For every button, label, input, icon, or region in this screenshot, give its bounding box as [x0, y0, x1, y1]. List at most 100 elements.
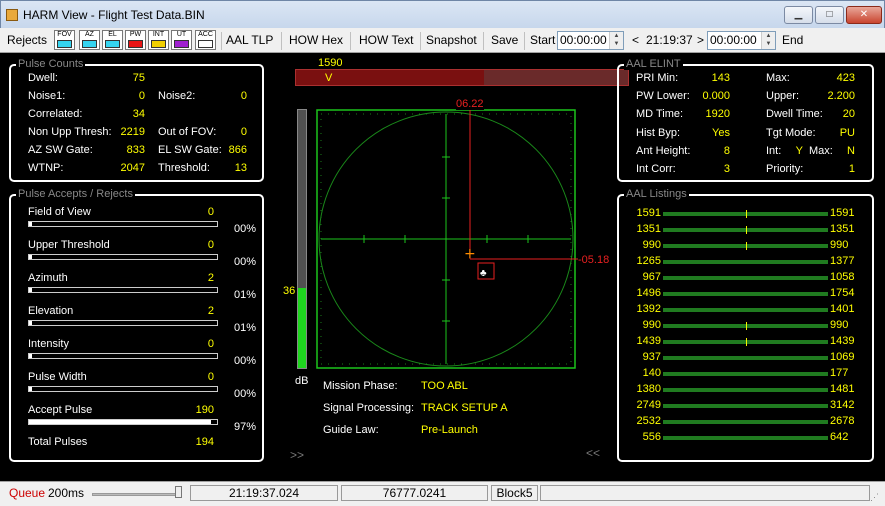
target-icon: ♣ — [480, 268, 487, 279]
frequency-marker: V — [325, 72, 333, 84]
listing-end-value: 1377 — [830, 255, 855, 267]
elint-value: 1920 — [705, 108, 730, 121]
listing-start-value: 2749 — [636, 399, 661, 411]
filter-color-swatch — [174, 40, 189, 48]
pulse-count-label: Noise2: — [158, 90, 196, 102]
int-max-value: N — [847, 145, 855, 157]
filter-az-button[interactable]: AZ — [79, 30, 100, 50]
filter-label: FOV — [57, 31, 72, 38]
queue-slider-thumb[interactable] — [175, 486, 182, 498]
separator — [221, 32, 222, 50]
filter-label: UT — [176, 31, 187, 38]
elint-value: Y — [795, 144, 803, 157]
elint-value: 2.200 — [827, 90, 855, 103]
elint-label: Int Corr: — [636, 163, 676, 175]
accept-percent: 97% — [234, 421, 257, 433]
accept-bar — [28, 419, 218, 425]
pulse-count-label: EL SW Gate: — [158, 144, 222, 156]
start-time-input[interactable]: 00:00:00 ▲ ▼ — [557, 31, 624, 50]
listing-start-value: 1439 — [636, 335, 661, 347]
prev-button[interactable]: < — [632, 28, 639, 53]
queue-interval: 200ms — [48, 486, 85, 500]
listing-marker — [746, 322, 747, 330]
listing-end-value: 642 — [830, 431, 849, 443]
accept-label: Pulse Width — [28, 371, 87, 383]
pulse-count-value: 0 — [240, 126, 247, 138]
pulse-count-label: Correlated: — [28, 108, 83, 120]
frequency-strip-shade — [484, 70, 628, 85]
listing-marker — [746, 210, 747, 218]
spin-arrows-icon[interactable]: ▲ ▼ — [609, 32, 623, 49]
next-button[interactable]: > — [697, 28, 704, 53]
close-button[interactable]: ✕ — [846, 6, 882, 24]
filter-color-swatch — [57, 40, 72, 48]
pulse-count-label: Dwell: — [28, 72, 58, 84]
elint-label: Priority: — [766, 163, 804, 175]
pulse-count-label: WTNP: — [28, 162, 64, 174]
listing-end-value: 2678 — [830, 415, 855, 427]
accept-value: 190 — [195, 404, 214, 416]
db-value: 36 — [283, 285, 296, 297]
filter-pw-button[interactable]: PW — [125, 30, 146, 50]
save-button[interactable]: Save — [491, 28, 518, 53]
filter-acc-button[interactable]: ACC — [195, 30, 216, 50]
collapse-right-button[interactable]: << — [586, 446, 600, 460]
listing-start-value: 1392 — [636, 303, 661, 315]
maximize-button[interactable]: □ — [815, 6, 844, 24]
accept-bar — [28, 353, 218, 359]
collapse-left-button[interactable]: >> — [290, 448, 304, 462]
listing-end-value: 1058 — [830, 271, 855, 283]
minimize-button[interactable]: ▁ — [784, 6, 813, 24]
accept-value: 0 — [207, 338, 214, 350]
scope-info-value: Pre-Launch — [421, 424, 478, 436]
rejects-label: Rejects — [7, 33, 48, 47]
listing-bar — [663, 420, 828, 424]
snapshot-button[interactable]: Snapshot — [426, 28, 477, 53]
accept-bar-fill — [29, 387, 32, 391]
filter-ut-button[interactable]: UT — [171, 30, 192, 50]
elint-value: 1 — [848, 163, 855, 175]
aal-tlp-button[interactable]: AAL TLP — [226, 28, 273, 53]
end-button[interactable]: End — [782, 28, 803, 53]
queue-slider[interactable] — [92, 493, 180, 496]
pulse-count-value: 866 — [228, 144, 247, 156]
listing-bar — [663, 372, 828, 376]
accept-bar — [28, 254, 218, 260]
elint-value: 423 — [836, 72, 855, 84]
resize-grip-icon[interactable]: ⋰ — [870, 492, 879, 503]
listing-marker — [746, 242, 747, 250]
listing-bar — [663, 276, 828, 280]
scope-display: + ♣ — [316, 105, 578, 369]
window-title: HARM View - Flight Test Data.BIN — [23, 8, 205, 22]
how-text-button[interactable]: HOW Text — [359, 28, 413, 53]
elint-label: PW Lower: — [636, 90, 690, 103]
status-time: 21:19:37.024 — [190, 485, 338, 501]
start-button[interactable]: Start — [530, 28, 555, 53]
filter-el-button[interactable]: EL — [102, 30, 123, 50]
status-block: Block5 — [491, 485, 538, 501]
spin-arrows-icon[interactable]: ▲ ▼ — [761, 32, 775, 49]
listing-start-value: 556 — [642, 431, 661, 443]
accept-bar-fill — [29, 255, 32, 259]
listing-start-value: 1380 — [636, 383, 661, 395]
listing-marker — [746, 338, 747, 346]
listing-end-value: 990 — [830, 239, 849, 251]
listing-start-value: 140 — [642, 367, 661, 379]
separator — [350, 32, 351, 50]
aal-elint-title: AAL ELINT — [624, 58, 683, 70]
pulse-count-label: Noise1: — [28, 90, 66, 102]
filter-int-button[interactable]: INT — [148, 30, 169, 50]
filter-fov-button[interactable]: FOV — [54, 30, 75, 50]
listing-marker — [746, 226, 747, 234]
accept-percent: 00% — [234, 388, 257, 400]
filter-label: INT — [152, 31, 165, 38]
pulse-count-label: Out of FOV: — [158, 126, 217, 138]
listing-end-value: 1351 — [830, 223, 855, 235]
elint-value: 3 — [723, 163, 730, 175]
aal-listings-title: AAL Listings — [624, 188, 689, 200]
listing-end-value: 1754 — [830, 287, 855, 299]
end-time-input[interactable]: 00:00:00 ▲ ▼ — [707, 31, 776, 50]
accept-label: Field of View — [28, 206, 91, 218]
listing-end-value: 3142 — [830, 399, 855, 411]
how-hex-button[interactable]: HOW Hex — [289, 28, 343, 53]
